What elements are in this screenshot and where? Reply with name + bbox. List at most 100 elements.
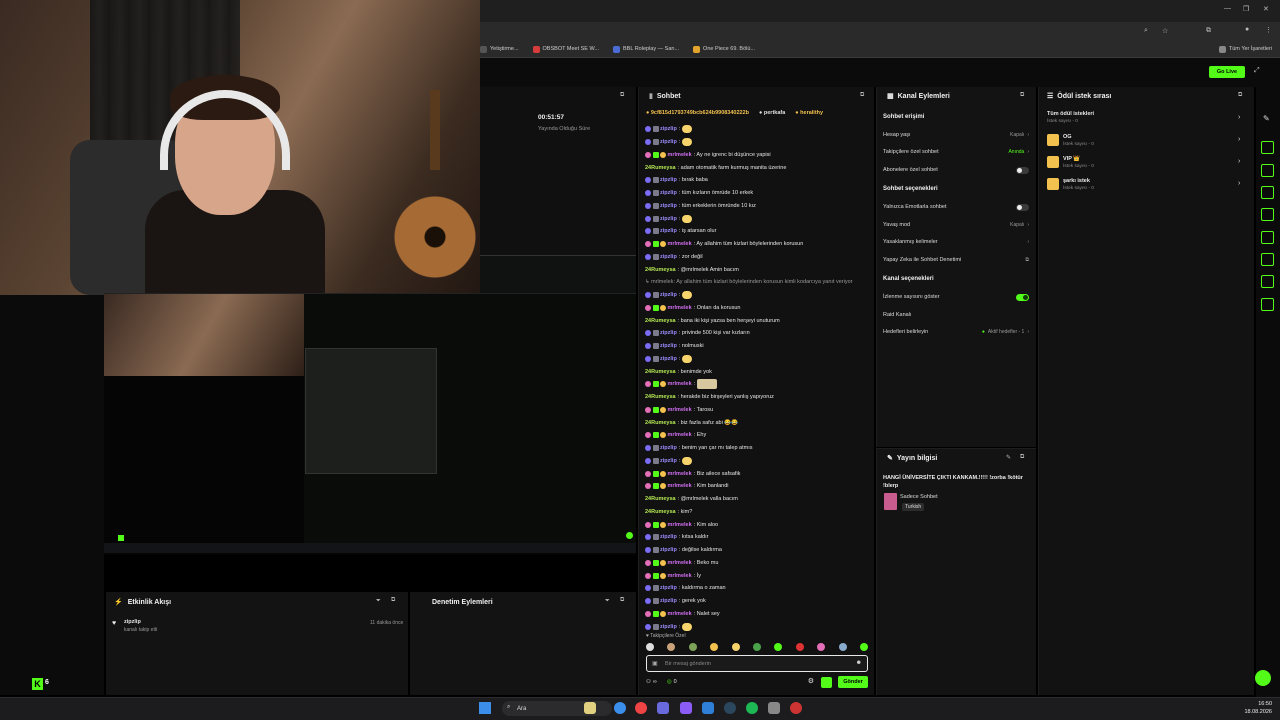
chat-username[interactable]: zipzlip [660, 177, 677, 183]
chat-username[interactable]: zipzlip [660, 203, 677, 209]
emote-icon[interactable] [688, 643, 697, 651]
account-age-row[interactable]: Hesap yaşı Kapalı › [883, 130, 1029, 140]
chat-username[interactable]: 24Rumeysa [645, 496, 676, 502]
obs-icon[interactable] [790, 702, 802, 714]
emote-icon[interactable] [838, 643, 847, 651]
windows-start-icon[interactable] [479, 702, 491, 714]
filter-icon[interactable]: ⏷ [376, 598, 381, 605]
sidebar-button-actions[interactable] [1261, 164, 1274, 177]
chat-username[interactable]: zipzlip [660, 458, 677, 464]
pencil-icon[interactable]: ✎ [1263, 114, 1270, 123]
reward-name[interactable]: şarkı istek [1063, 178, 1090, 184]
chat-message[interactable]: zipzlip: [645, 136, 871, 149]
bookmark-item[interactable]: One Piece 69. Bölü... [693, 45, 755, 53]
chat-message[interactable]: zipzlip: [645, 289, 871, 302]
chrome-icon[interactable] [635, 702, 647, 714]
chat-username[interactable]: mrlmelek [668, 573, 692, 579]
sidebar-button-code[interactable] [1261, 231, 1274, 244]
sidebar-button-chat[interactable] [1261, 141, 1274, 154]
emoji-icon[interactable]: ☻ [856, 660, 862, 666]
chat-message[interactable]: mrlmelek: Kim aloo [645, 518, 871, 531]
chat-message[interactable]: zipzlip: kıtsa kaldır [645, 531, 871, 544]
chat-message[interactable]: zipzlip: [645, 620, 871, 633]
chat-message[interactable]: ↳ mrlmelek: Ay allahim tüm kizlari böyle… [645, 276, 871, 289]
extensions-icon[interactable]: ⧉ [1206, 27, 1211, 35]
chat-username[interactable]: zipzlip [660, 228, 677, 234]
show-viewers-toggle[interactable] [1016, 293, 1029, 301]
send-button[interactable]: Gönder [838, 676, 868, 688]
bookmark-item[interactable]: OBSBOT Meet SE W... [532, 45, 599, 53]
ai-moderation-row[interactable]: Yapay Zeka ile Sohbet Denetimi ⧉ [883, 255, 1029, 265]
chat-username[interactable]: 24Rumeysa [645, 420, 676, 426]
avatar[interactable]: ● [1245, 26, 1249, 33]
chat-input[interactable]: Bir mesaj gönderin ▣ ☻ [646, 655, 868, 672]
followers-chat-row[interactable]: Takipçilere özel sohbet Anında › [883, 147, 1029, 157]
chat-username[interactable]: mrlmelek [668, 522, 692, 528]
chat-message[interactable]: zipzlip: zor değil [645, 251, 871, 264]
popout-icon[interactable]: ⧉ [1238, 92, 1242, 99]
chat-username[interactable]: zipzlip [660, 356, 677, 362]
chat-username[interactable]: 24Rumeysa [645, 509, 676, 515]
pinned-user[interactable]: ● 9cf815d1793749bcb624b9908340222b [646, 110, 749, 116]
app-icon[interactable] [657, 702, 669, 714]
bookmark-item[interactable]: Yetiştirme... [480, 45, 519, 53]
steam-icon[interactable] [724, 702, 736, 714]
chat-message[interactable]: zipzlip: [645, 455, 871, 468]
subscribers-chat-toggle[interactable] [1016, 166, 1029, 174]
widget-icon[interactable] [584, 702, 596, 714]
chat-username[interactable]: zipzlip [660, 216, 677, 222]
chat-message[interactable]: mrlmelek: Ehy [645, 429, 871, 442]
chat-message[interactable]: mrlmelek: [645, 378, 871, 391]
chat-username[interactable]: mrlmelek [668, 407, 692, 413]
banned-words-row[interactable]: Yasaklanmış kelimeler › [883, 237, 1029, 247]
pinned-user[interactable]: ● pertkafa [759, 110, 785, 116]
emote-icon[interactable] [817, 643, 826, 651]
chat-username[interactable]: zipzlip [660, 190, 677, 196]
chat-message[interactable]: mrlmelek: Ay ne igrenc bi düşünce yapisi [645, 149, 871, 162]
chat-username[interactable]: zipzlip [660, 547, 677, 553]
popout-icon[interactable]: ⧉ [620, 597, 624, 604]
chat-username[interactable]: zipzlip [660, 585, 677, 591]
chat-message[interactable]: mrlmelek: Biz ailece safsafik [645, 467, 871, 480]
chevron-right-icon[interactable]: › [1238, 180, 1240, 187]
reward-name[interactable]: VIP 👑 [1063, 156, 1080, 162]
chat-message[interactable]: mrlmelek: Tarosu [645, 404, 871, 417]
chat-username[interactable]: 24Rumeysa [645, 267, 676, 273]
chat-message[interactable]: mrlmelek: Beko mu [645, 557, 871, 570]
chat-username[interactable]: mrlmelek [668, 560, 692, 566]
chat-username[interactable]: zipzlip [660, 534, 677, 540]
go-live-button[interactable]: Go Live [1209, 66, 1245, 78]
chat-message[interactable]: 24Rumeysa: @mrlmelek valla bacım [645, 493, 871, 506]
bookmark-item[interactable]: BBL Roleplay — San... [612, 45, 679, 53]
popout-icon[interactable]: ⧉ [860, 92, 864, 99]
minimize-icon[interactable]: — [1224, 5, 1231, 12]
chat-username[interactable]: 24Rumeysa [645, 165, 676, 171]
sidebar-button-screen[interactable] [1261, 208, 1274, 221]
chat-message[interactable]: mrlmelek: Ay allahim tüm kizlari böylele… [645, 238, 871, 251]
chat-username[interactable]: zipzlip [660, 139, 677, 145]
chat-message[interactable]: zipzlip: [645, 212, 871, 225]
targets-row[interactable]: Hedefleri belirleyin ● Aktif hedefler - 1 › [883, 327, 1029, 337]
chat-message[interactable]: zipzlip: benim yan çar mı talep atmıs [645, 442, 871, 455]
emote-icon[interactable] [752, 643, 761, 651]
chevron-right-icon[interactable]: › [1238, 158, 1240, 165]
chat-message[interactable]: zipzlip: tüm kızların ömrüde 10 erkek [645, 187, 871, 200]
chat-message[interactable]: mrlmelek: İy [645, 569, 871, 582]
help-icon[interactable] [1255, 670, 1271, 686]
chat-message[interactable]: 24Rumeysa: bana iki kişi yazsa ben herşe… [645, 314, 871, 327]
chat-message[interactable]: zipzlip: bırak baba [645, 174, 871, 187]
sidebar-button-queue[interactable] [1261, 253, 1274, 266]
chat-username[interactable]: mrlmelek [668, 152, 692, 158]
edge-icon[interactable] [614, 702, 626, 714]
subscribers-chat-row[interactable]: Abonelere özel sohbet [883, 165, 1029, 175]
browser-addressbar[interactable]: ⌕ ☆ ⧉ ● ⋮ [480, 22, 1280, 41]
chat-username[interactable]: zipzlip [660, 445, 677, 451]
chat-username[interactable]: zipzlip [660, 343, 677, 349]
chat-username[interactable]: zipzlip [660, 292, 677, 298]
chevron-right-icon[interactable]: › [1238, 136, 1240, 143]
chat-username[interactable]: mrlmelek [668, 611, 692, 617]
slow-mode-row[interactable]: Yavaş mod Kapalı › [883, 220, 1029, 230]
chevron-right-icon[interactable]: › [1238, 114, 1240, 121]
reward-name[interactable]: OG [1063, 134, 1072, 140]
emote-icon[interactable] [646, 643, 654, 651]
